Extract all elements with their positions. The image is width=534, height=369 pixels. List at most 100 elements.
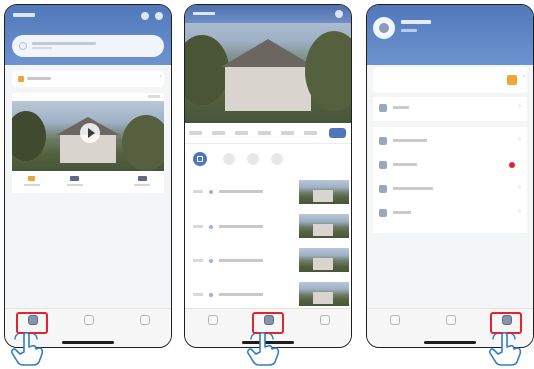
device-icon — [379, 137, 387, 145]
tab-events[interactable] — [437, 315, 465, 331]
tab-devices[interactable] — [199, 315, 227, 331]
tree-shape — [122, 115, 164, 171]
phone-screen-home: › — [4, 4, 172, 348]
profile-header — [367, 5, 533, 65]
home-indicator — [62, 341, 114, 344]
tab-settings[interactable] — [490, 312, 522, 334]
event-thumbnail[interactable] — [299, 214, 349, 238]
chevron-right-icon: › — [522, 73, 525, 80]
cloud-icon[interactable] — [138, 176, 147, 181]
list-item-device-settings[interactable]: › — [379, 133, 523, 151]
playback-icon[interactable] — [70, 176, 79, 181]
event-time — [193, 293, 203, 296]
date-chip[interactable] — [189, 131, 202, 135]
event-thumbnail[interactable] — [299, 282, 349, 306]
camera-live-thumbnail[interactable] — [12, 101, 164, 171]
list-item-album[interactable]: › — [379, 100, 523, 118]
avatar[interactable] — [373, 17, 395, 39]
event-description — [219, 225, 263, 228]
camera-quick-actions — [12, 171, 164, 193]
account-placeholder — [401, 29, 417, 32]
chevron-right-icon: › — [159, 73, 162, 80]
search-bar[interactable] — [12, 35, 164, 57]
home-indicator — [424, 341, 476, 344]
list-item-help-feedback[interactable]: › — [379, 181, 523, 199]
action-label — [24, 184, 40, 186]
date-chip[interactable] — [235, 131, 248, 135]
house-shape — [225, 67, 311, 111]
home-title-placeholder — [13, 13, 35, 17]
gear-icon — [140, 315, 150, 325]
events-icon — [446, 315, 456, 325]
gear-icon — [320, 315, 330, 325]
grid-icon — [197, 156, 203, 162]
add-icon[interactable] — [141, 12, 149, 20]
play-icon — [88, 128, 95, 138]
tab-events[interactable] — [75, 315, 103, 331]
alarm-icon[interactable] — [28, 176, 35, 181]
pointing-hand-icon — [247, 331, 280, 366]
tab-events[interactable] — [252, 312, 284, 334]
play-button[interactable] — [80, 123, 100, 143]
notification-badge — [509, 162, 515, 168]
album-icon — [379, 104, 387, 112]
chevron-right-icon: › — [518, 184, 521, 191]
filter-icon[interactable] — [335, 10, 343, 18]
filter-all-button[interactable] — [193, 152, 207, 166]
tab-settings[interactable] — [131, 315, 159, 331]
date-chip[interactable] — [212, 131, 225, 135]
events-icon — [264, 315, 274, 325]
gear-icon — [502, 315, 512, 325]
date-chip[interactable] — [304, 131, 317, 135]
date-chip-row — [185, 123, 351, 144]
action-label — [67, 184, 83, 186]
tab-devices[interactable] — [381, 315, 409, 331]
chevron-right-icon: › — [518, 208, 521, 215]
search-icon — [19, 42, 27, 50]
event-video-preview[interactable] — [185, 5, 351, 123]
filter-motion-button[interactable] — [223, 153, 235, 165]
tab-devices[interactable] — [16, 312, 48, 334]
chevron-right-icon: › — [518, 136, 521, 143]
event-thumbnail[interactable] — [299, 180, 349, 204]
user-icon — [379, 23, 389, 33]
date-chip[interactable] — [258, 131, 271, 135]
events-icon — [84, 315, 94, 325]
filter-person-button[interactable] — [247, 153, 259, 165]
help-icon — [379, 185, 387, 193]
timeline-dot — [209, 190, 213, 194]
event-description — [219, 293, 263, 296]
timeline-dot — [209, 259, 213, 263]
phone-screen-events — [184, 4, 352, 348]
event-filter-row — [185, 144, 351, 176]
camera-card-status — [148, 95, 160, 98]
message-icon — [379, 161, 387, 169]
event-time — [193, 259, 203, 262]
list-section-main: › › › — [373, 127, 527, 233]
event-time — [193, 225, 203, 228]
event-time — [193, 190, 203, 193]
list-section-top: › — [373, 97, 527, 121]
menu-icon[interactable] — [155, 12, 163, 20]
timeline-dot — [209, 293, 213, 297]
tab-settings[interactable] — [311, 315, 339, 331]
event-thumbnail[interactable] — [299, 248, 349, 272]
pointing-hand-icon — [489, 331, 522, 366]
home-header — [5, 5, 171, 65]
tree-shape — [12, 111, 46, 161]
list-item-about[interactable]: › — [379, 205, 523, 223]
camera-group-bar[interactable]: › — [12, 71, 164, 87]
search-subtext — [32, 47, 52, 49]
date-chip[interactable] — [281, 131, 294, 135]
promo-banner[interactable]: › — [373, 67, 527, 93]
event-list — [185, 176, 351, 326]
search-placeholder — [32, 42, 96, 45]
camera-card-top — [12, 93, 164, 101]
timeline-dot — [209, 225, 213, 229]
roof-shape — [221, 39, 315, 67]
event-description — [219, 259, 263, 262]
group-name-placeholder — [27, 77, 51, 80]
date-chip-selected[interactable] — [329, 128, 346, 138]
filter-sound-button[interactable] — [271, 153, 283, 165]
list-item-messages[interactable] — [379, 157, 523, 175]
